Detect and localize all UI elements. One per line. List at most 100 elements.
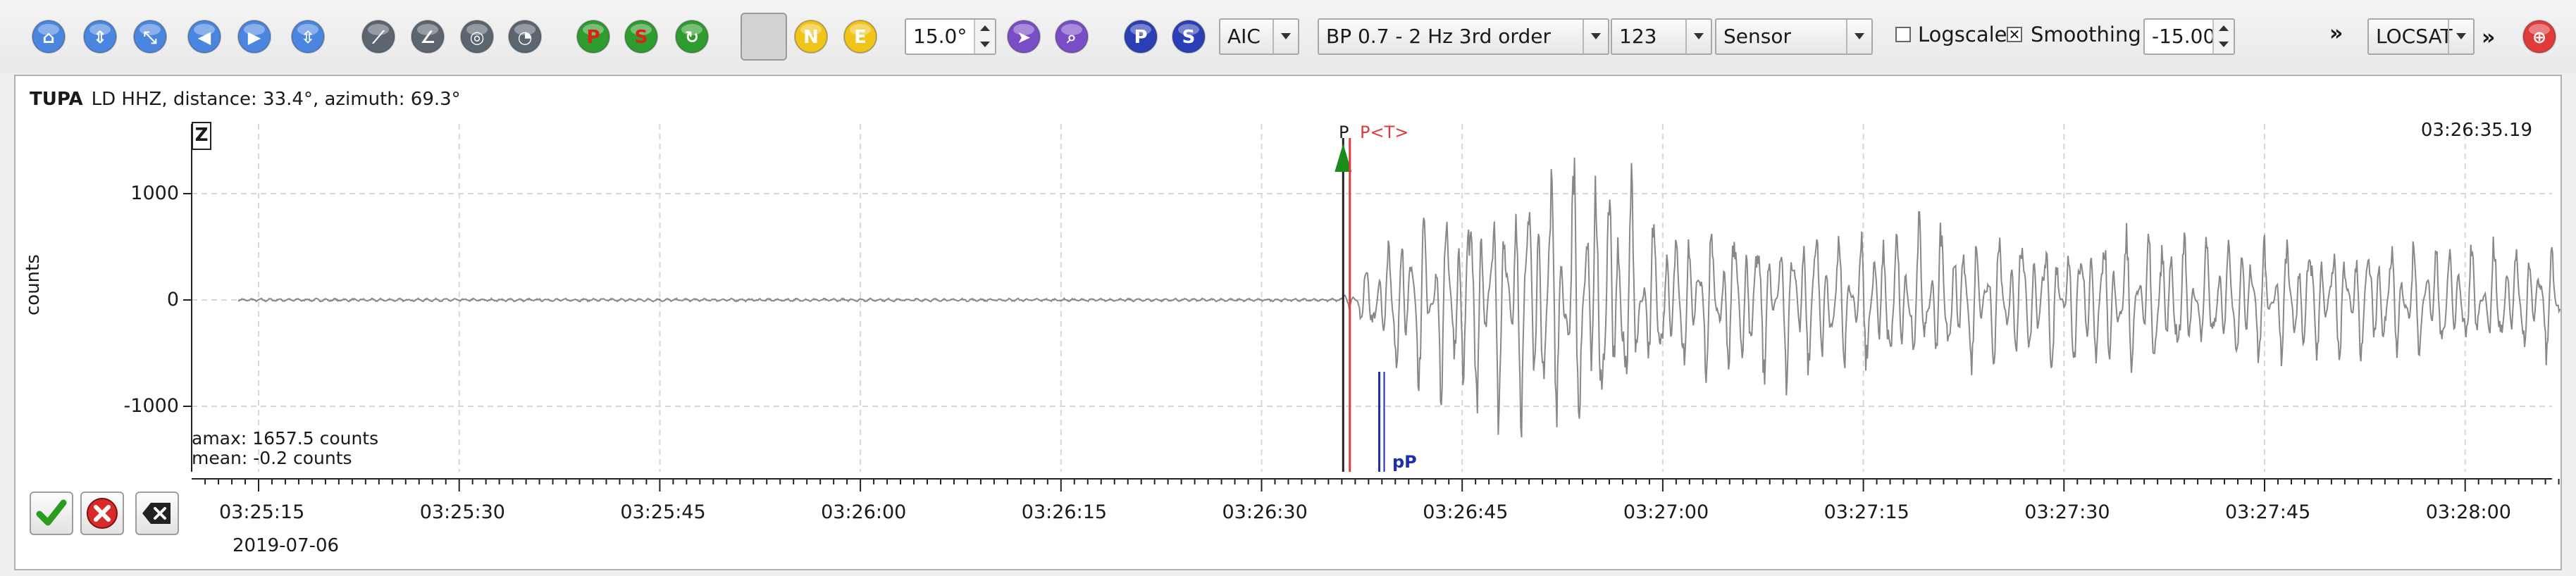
checkmark-icon: [36, 499, 67, 526]
toggle-z-button[interactable]: [741, 13, 787, 61]
p-blue-icon[interactable]: P: [1122, 18, 1160, 56]
svg-text:➤: ➤: [1017, 27, 1031, 47]
x-tick-label: 03:25:30: [419, 501, 505, 523]
chevron-down-icon[interactable]: [1846, 20, 1871, 54]
filter-window-value: 15.0°: [913, 25, 967, 48]
x-tick-label: 03:26:00: [821, 501, 907, 523]
clear-button[interactable]: [135, 492, 179, 535]
gauge-icon[interactable]: ◔: [506, 18, 544, 56]
waveform-trace: [237, 157, 2560, 438]
pick-tool-icon[interactable]: ⟋: [359, 18, 397, 56]
x-tick-label: 03:27:30: [2024, 501, 2110, 523]
scroll-up-icon[interactable]: ⇕: [81, 18, 119, 56]
cancel-icon: [87, 498, 118, 529]
seismogram-plot[interactable]: [16, 76, 2560, 569]
y-axis-title: counts: [23, 254, 44, 315]
step-back-icon[interactable]: ◀: [185, 18, 223, 56]
x-tick-label: 03:27:15: [1823, 501, 1909, 523]
amplitude-spinbox[interactable]: -15.00: [2143, 18, 2235, 55]
end-time-label: 03:26:35.19: [2420, 120, 2532, 141]
filter-combo[interactable]: BP 0.7 - 2 Hz 3rd order: [1318, 18, 1609, 55]
target-icon[interactable]: ⊕: [2520, 18, 2558, 56]
svg-text:P: P: [1134, 27, 1147, 48]
svg-text:N: N: [803, 27, 819, 48]
chevron-down-icon[interactable]: [2448, 20, 2473, 54]
toolbar-overflow-button-2[interactable]: »: [2482, 25, 2495, 50]
svg-text:⌕: ⌕: [1066, 27, 1076, 47]
amplitude-value: -15.00: [2152, 25, 2216, 48]
svg-text:⇕: ⇕: [93, 27, 107, 47]
svg-text:S: S: [635, 27, 648, 48]
smoothing-checkbox[interactable]: ✕: [2007, 27, 2022, 42]
accept-button[interactable]: [30, 492, 73, 535]
x-tick-label: 03:26:45: [1423, 501, 1509, 523]
step-forward-icon[interactable]: ▶: [235, 18, 273, 56]
x-tick-label: 03:25:15: [219, 501, 305, 523]
x-tick-label: 03:27:00: [1623, 501, 1709, 523]
magnify-icon[interactable]: ◎: [458, 18, 496, 56]
e-icon[interactable]: E: [841, 18, 879, 56]
svg-text:E: E: [854, 27, 867, 48]
chevron-down-icon[interactable]: [1685, 20, 1711, 54]
s-red-icon[interactable]: S: [622, 18, 660, 56]
logscale-label: Logscale: [1918, 23, 2007, 46]
spin-arrows[interactable]: [974, 20, 995, 54]
filter-id-combo[interactable]: 123: [1611, 18, 1712, 55]
svg-text:◔: ◔: [518, 27, 533, 47]
picker-value: AIC: [1227, 25, 1261, 48]
x-tick-label: 03:28:00: [2425, 501, 2511, 523]
svg-text:▶: ▶: [248, 27, 261, 47]
filter-value: BP 0.7 - 2 Hz 3rd order: [1326, 25, 1551, 48]
y-tick-label: 1000: [130, 182, 179, 204]
purple-zoom-icon[interactable]: ⌕: [1053, 18, 1091, 56]
x-tick-label: 03:27:45: [2225, 501, 2311, 523]
phase-label-pp: pP: [1392, 452, 1417, 472]
reject-button[interactable]: [80, 492, 124, 535]
trace-panel: TUPA LD HHZ, distance: 33.4°, azimuth: 69…: [14, 75, 2562, 570]
phase-label-p-theory: P<T>: [1360, 123, 1409, 142]
s-blue-icon[interactable]: S: [1170, 18, 1208, 56]
toolbar-overflow-button[interactable]: »: [2329, 21, 2343, 46]
filter-id-value: 123: [1619, 25, 1657, 48]
unit-value: Sensor: [1723, 25, 1791, 48]
mean-label: mean: -0.2 counts: [192, 448, 352, 468]
angle-tool-icon[interactable]: ∠: [409, 18, 447, 56]
picker-combo[interactable]: AIC: [1219, 18, 1299, 55]
svg-text:∠: ∠: [420, 27, 435, 47]
svg-text:⊕: ⊕: [2532, 27, 2546, 47]
y-tick-label: 0: [166, 289, 179, 311]
svg-text:↻: ↻: [685, 27, 699, 47]
purple-arrow-icon[interactable]: ➤: [1005, 18, 1043, 56]
shrink-icon[interactable]: ⤡: [131, 18, 169, 56]
svg-text:S: S: [1182, 27, 1196, 48]
amax-label: amax: 1657.5 counts: [192, 428, 379, 449]
component-indicator: Z: [192, 122, 211, 150]
x-tick-label: 03:26:30: [1222, 501, 1308, 523]
filter-window-spinbox[interactable]: 15.0°: [905, 18, 996, 55]
reset-icon[interactable]: ↻: [673, 18, 711, 56]
svg-text:⟋: ⟋: [372, 27, 385, 47]
home-icon[interactable]: ⌂: [30, 18, 68, 56]
p-red-icon[interactable]: P: [574, 18, 612, 56]
toolbar: ⌂⇕⤡◀▶⇳⟋∠◎◔PS↻ZNE➤⌕PS⊕ 15.0° AIC BP 0.7 -…: [0, 0, 2576, 73]
expand-icon[interactable]: ⇳: [289, 18, 327, 56]
logscale-checkbox[interactable]: [1895, 27, 1911, 42]
svg-text:◀: ◀: [198, 27, 211, 47]
svg-text:⇳: ⇳: [301, 27, 315, 47]
date-label: 2019-07-06: [233, 535, 340, 556]
phase-label-p: P: [1339, 123, 1349, 142]
locator-combo[interactable]: LOCSAT: [2367, 18, 2475, 55]
svg-text:P: P: [586, 27, 600, 48]
x-tick-label: 03:26:15: [1021, 501, 1108, 523]
svg-text:⌂: ⌂: [42, 27, 54, 47]
clear-icon: [142, 503, 171, 524]
smoothing-label: Smoothing: [2031, 23, 2141, 46]
svg-text:⤡: ⤡: [143, 27, 156, 47]
y-tick-label: -1000: [123, 395, 179, 417]
spin-arrows[interactable]: [2212, 20, 2234, 54]
unit-combo[interactable]: Sensor: [1715, 18, 1873, 55]
chevron-down-icon[interactable]: [1583, 20, 1608, 54]
x-tick-label: 03:25:45: [620, 501, 706, 523]
n-icon[interactable]: N: [792, 18, 830, 56]
chevron-down-icon[interactable]: [1272, 20, 1298, 54]
